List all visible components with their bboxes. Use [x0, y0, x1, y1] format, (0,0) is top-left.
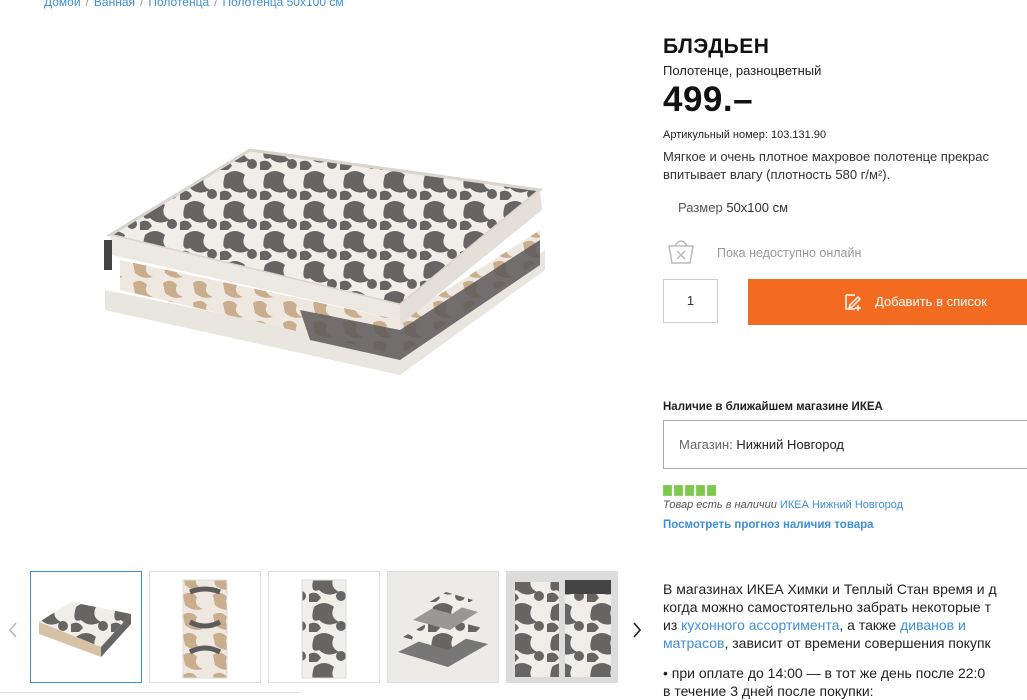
breadcrumb-home[interactable]: Домой [44, 0, 81, 9]
availability-forecast-link[interactable]: Посмотреть прогноз наличия товара [663, 519, 874, 531]
thumbnail-towel-stack[interactable] [387, 571, 499, 683]
thumbnail-towels-hanging[interactable] [506, 571, 618, 683]
breadcrumb-bathroom[interactable]: Ванная [94, 0, 135, 9]
product-subtitle: Полотенце, разноцветный [663, 63, 822, 78]
sofas-mattresses-link[interactable]: диванов и [900, 617, 966, 633]
product-title: БЛЭДЬЕН [663, 35, 770, 58]
stock-level-segment [663, 485, 672, 496]
thumbnails-next-arrow-icon[interactable] [630, 620, 644, 640]
size-label: Размер [678, 200, 723, 215]
store-select-label: Магазин: Нижний Новгород [679, 437, 845, 452]
thumbnail-towel-grey[interactable] [268, 571, 380, 683]
unavailable-online-text: Пока недоступно онлайн [717, 246, 862, 260]
stock-level-segment [685, 485, 694, 496]
product-description: Мягкое и очень плотное махровое полотенц… [663, 149, 989, 182]
breadcrumb-separator: / [214, 0, 218, 9]
delivery-info-text: В магазинах ИКЕА Химки и Теплый Стан вре… [663, 581, 997, 651]
breadcrumb-separator: / [85, 0, 89, 9]
thumbnail-towel-beige[interactable] [149, 571, 261, 683]
breadcrumb-current[interactable]: Полотенца 50x100 см [223, 0, 344, 9]
article-number: Артикульный номер: 103.131.90 [663, 129, 827, 141]
mattresses-link[interactable]: матрасов [663, 635, 724, 651]
unavailable-cart-icon [665, 236, 697, 266]
kitchen-assortment-link[interactable]: кухонного ассортимента [681, 617, 839, 633]
product-price: 499.– [663, 80, 754, 119]
divider [0, 692, 300, 693]
breadcrumb-towels[interactable]: Полотенца [148, 0, 209, 9]
add-to-list-icon [843, 292, 863, 312]
store-select[interactable]: Магазин: Нижний Новгород [663, 420, 1027, 469]
stock-level-segment [696, 485, 705, 496]
quantity-input[interactable]: 1 [663, 279, 718, 323]
breadcrumb-separator: / [140, 0, 144, 9]
size-row: Размер 50x100 см [678, 200, 788, 215]
stock-level-indicator [663, 483, 718, 496]
thumbnails-prev-arrow-icon[interactable] [6, 620, 20, 640]
stock-status: Товар есть в наличии ИКЕА Нижний Новгоро… [663, 499, 904, 511]
stock-level-segment [707, 485, 716, 496]
thumbnail-folded-towel[interactable] [30, 571, 142, 683]
add-to-list-button[interactable]: Добавить в список [748, 279, 1027, 325]
stock-store-link[interactable]: ИКЕА Нижний Новгород [780, 499, 903, 511]
size-value: 50x100 см [726, 200, 789, 215]
product-main-image[interactable] [100, 140, 550, 390]
add-to-list-label: Добавить в список [875, 294, 987, 309]
breadcrumb: Домой / Ванная / Полотенца / Полотенца 50x100 … [44, 0, 344, 9]
stock-level-segment [674, 485, 683, 496]
store-select-value: Нижний Новгород [736, 437, 845, 452]
store-availability-heading: Наличие в ближайшем магазине ИКЕА [663, 401, 883, 413]
